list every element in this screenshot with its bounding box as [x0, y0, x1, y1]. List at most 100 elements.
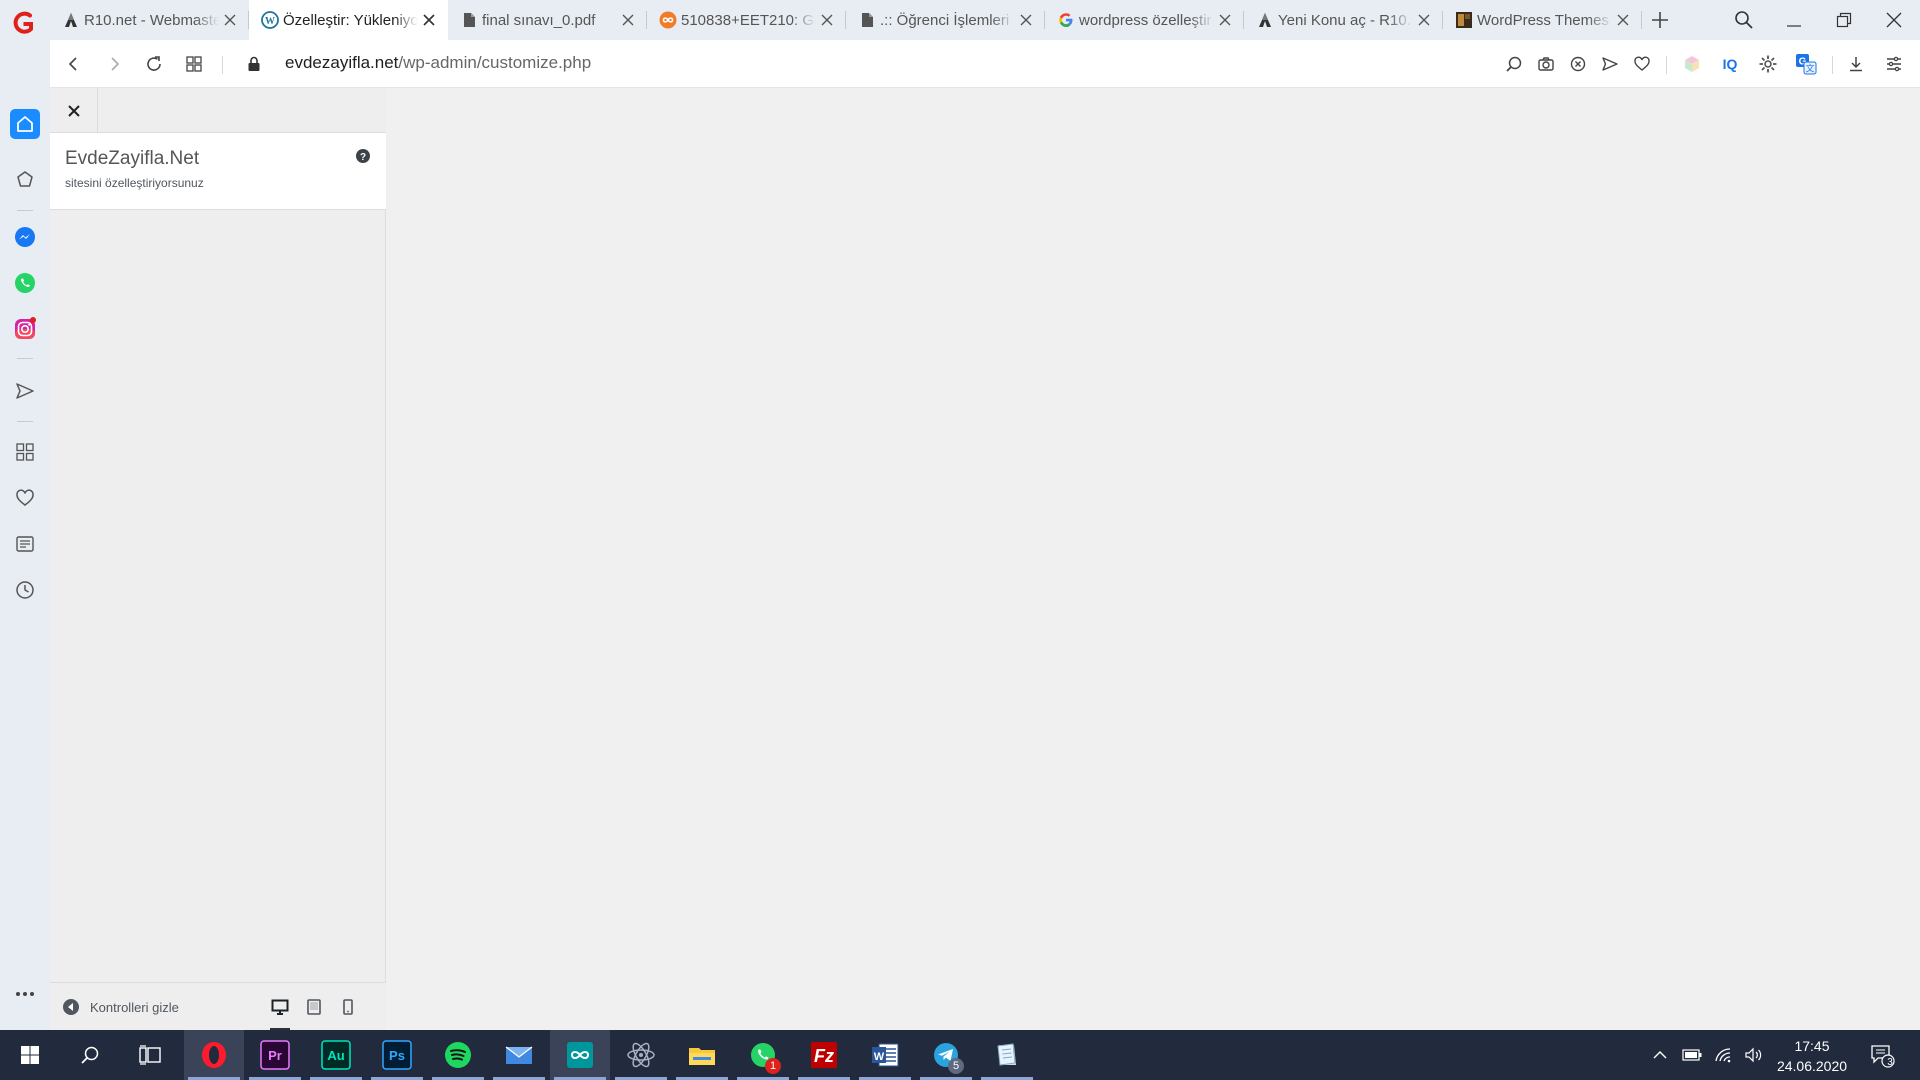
address-toolbar: evdezayifla.net/wp-admin/customize.php I…	[50, 40, 1920, 88]
browser-sidebar	[0, 40, 50, 1030]
crypto-wallet-icon[interactable]	[10, 165, 40, 195]
personal-news-icon[interactable]	[10, 529, 40, 559]
iq-extension-icon[interactable]: IQ	[1718, 52, 1742, 76]
windows-start-icon[interactable]	[0, 1030, 60, 1080]
taskbar-audition-icon[interactable]: Au	[306, 1030, 366, 1080]
show-hidden-icons-chevron-up-icon[interactable]	[1646, 1030, 1674, 1080]
messenger-icon[interactable]	[10, 222, 40, 252]
taskbar-photoshop-icon[interactable]: Ps	[367, 1030, 427, 1080]
taskbar-whatsapp-icon[interactable]: 1	[733, 1030, 793, 1080]
windows-taskbar: Pr Au Ps 1 Fz W 5 17:45 24.06.2020 3	[0, 1030, 1920, 1080]
opera-gx-logo-icon[interactable]	[10, 8, 40, 38]
tab-close-icon[interactable]	[1214, 9, 1236, 31]
bookmarks-heart-icon[interactable]	[10, 483, 40, 513]
tab-r10-webmaster[interactable]: R10.net - Webmaster	[50, 0, 249, 40]
tab-final-pdf[interactable]: final sınavı_0.pdf	[448, 0, 647, 40]
taskbar-word-icon[interactable]: W	[855, 1030, 915, 1080]
google-favicon-icon	[1057, 11, 1075, 29]
tab-title: Yeni Konu aç - R10.n	[1278, 11, 1413, 29]
tab-ogrenci-islemleri[interactable]: .:: Öğrenci İşlemleri	[846, 0, 1045, 40]
speed-dial-icon[interactable]	[10, 437, 40, 467]
svg-text:IQ: IQ	[1723, 56, 1738, 72]
back-icon[interactable]	[62, 52, 86, 76]
url-field[interactable]: evdezayifla.net/wp-admin/customize.php	[285, 53, 591, 73]
bookmark-heart-icon[interactable]	[1630, 52, 1654, 76]
preview-desktop-button[interactable]	[268, 995, 292, 1031]
taskbar-spotify-icon[interactable]	[428, 1030, 488, 1080]
tab-google-search[interactable]: wordpress özelleştir	[1045, 0, 1244, 40]
preview-tablet-button[interactable]	[302, 995, 326, 1019]
window-close-icon[interactable]	[1876, 6, 1912, 34]
tab-close-icon[interactable]	[418, 9, 440, 31]
tab-eet210[interactable]: 510838+EET210: Ge	[647, 0, 846, 40]
tab-title: Özelleştir: Yükleniyor	[283, 11, 418, 29]
instagram-icon[interactable]	[10, 314, 40, 344]
flow-send-icon[interactable]	[10, 376, 40, 406]
tab-customizer[interactable]: W Özelleştir: Yükleniyor	[249, 0, 448, 40]
new-tab-plus-icon[interactable]	[1648, 8, 1672, 32]
svg-text:Au: Au	[327, 1048, 344, 1063]
collapse-sidebar-button[interactable]: Kontrolleri gizle	[62, 997, 179, 1017]
taskbar-filezilla-icon[interactable]: Fz	[794, 1030, 854, 1080]
send-flow-icon[interactable]	[1598, 52, 1622, 76]
battery-icon[interactable]	[1678, 1030, 1706, 1080]
url-domain: evdezayifla.net	[285, 53, 399, 72]
svg-text:?: ?	[360, 152, 366, 163]
wifi-icon[interactable]	[1710, 1030, 1738, 1080]
close-icon	[67, 104, 80, 117]
whatsapp-icon[interactable]	[10, 268, 40, 298]
translate-extension-icon[interactable]: G文	[1794, 52, 1818, 76]
desktop-icon	[271, 999, 289, 1015]
taskbar-telegram-icon[interactable]: 5	[916, 1030, 976, 1080]
tab-title: .:: Öğrenci İşlemleri	[880, 11, 1010, 29]
taskbar-mail-icon[interactable]	[489, 1030, 549, 1080]
taskbar-file-explorer-icon[interactable]	[672, 1030, 732, 1080]
settings-extension-icon[interactable]	[1756, 52, 1780, 76]
tab-yeni-konu[interactable]: Yeni Konu aç - R10.n	[1244, 0, 1443, 40]
tab-close-icon[interactable]	[816, 9, 838, 31]
svg-text:Pr: Pr	[268, 1048, 282, 1063]
minimize-icon[interactable]	[1776, 6, 1812, 34]
easy-setup-icon[interactable]	[1882, 52, 1906, 76]
tab-strip: R10.net - Webmaster W Özelleştir: Yüklen…	[0, 0, 1920, 40]
tab-close-icon[interactable]	[1015, 9, 1037, 31]
collapse-label: Kontrolleri gizle	[90, 999, 179, 1015]
taskbar-atom-icon[interactable]	[611, 1030, 671, 1080]
more-options-icon[interactable]	[10, 979, 40, 1009]
tablet-icon	[307, 999, 321, 1015]
taskbar-clock[interactable]: 17:45 24.06.2020	[1766, 1036, 1858, 1076]
tab-search-icon[interactable]	[1726, 6, 1762, 34]
ad-blocker-icon[interactable]	[1566, 52, 1590, 76]
taskbar-search-icon[interactable]	[60, 1030, 120, 1080]
help-icon[interactable]: ?	[354, 147, 372, 165]
tab-close-icon[interactable]	[617, 9, 639, 31]
telegram-badge: 5	[948, 1058, 964, 1074]
extension-cube-icon[interactable]	[1680, 52, 1704, 76]
downloads-icon[interactable]	[1844, 52, 1868, 76]
restore-icon[interactable]	[1826, 6, 1862, 34]
tab-close-icon[interactable]	[1413, 9, 1435, 31]
tab-wordpress-themes[interactable]: WordPress Themes	[1443, 0, 1642, 40]
tab-title: R10.net - Webmaster	[84, 11, 219, 29]
lock-icon[interactable]	[242, 52, 266, 76]
reload-icon[interactable]	[142, 52, 166, 76]
history-clock-icon[interactable]	[10, 575, 40, 605]
tab-close-icon[interactable]	[1612, 9, 1634, 31]
snapshot-camera-icon[interactable]	[1534, 52, 1558, 76]
taskbar-premiere-pro-icon[interactable]: Pr	[245, 1030, 305, 1080]
taskbar-opera-icon[interactable]	[184, 1030, 244, 1080]
customizer-close-button[interactable]	[50, 88, 98, 133]
url-path: /wp-admin/customize.php	[398, 53, 592, 72]
volume-speaker-icon[interactable]	[1740, 1030, 1768, 1080]
preview-mobile-button[interactable]	[336, 995, 360, 1019]
speed-dial-grid-icon[interactable]	[182, 52, 206, 76]
home-icon[interactable]	[10, 109, 40, 139]
taskbar-notes-icon[interactable]	[977, 1030, 1037, 1080]
page-search-icon[interactable]	[1502, 52, 1526, 76]
action-center-notification-icon[interactable]: 3	[1862, 1030, 1902, 1080]
forward-icon[interactable]	[102, 52, 126, 76]
customizer-preview-area[interactable]	[386, 88, 1920, 1030]
taskbar-arduino-icon[interactable]	[550, 1030, 610, 1080]
task-view-icon[interactable]	[120, 1030, 180, 1080]
tab-close-icon[interactable]	[219, 9, 241, 31]
